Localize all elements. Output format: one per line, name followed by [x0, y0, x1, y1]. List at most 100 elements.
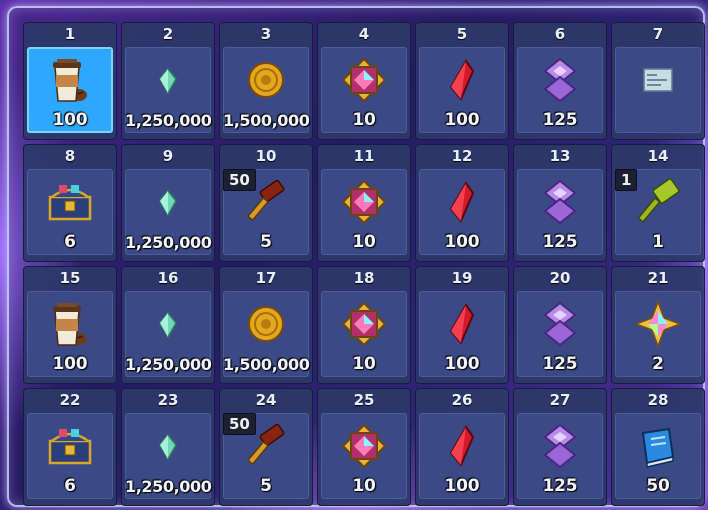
item-quantity: 10: [352, 354, 376, 374]
item-slot[interactable]: 1,250,000: [125, 291, 212, 377]
item-slot[interactable]: [615, 47, 701, 133]
item-slot[interactable]: 100: [419, 169, 505, 255]
cell-number: 26: [451, 391, 473, 409]
level-tag: 50: [223, 169, 256, 191]
red-crystal-icon: [437, 421, 487, 471]
cell-number: 3: [260, 25, 272, 43]
item-slot[interactable]: 2: [615, 291, 701, 377]
item-quantity: 50: [646, 476, 670, 496]
scroll-map-icon: [633, 55, 683, 105]
item-quantity: 1,250,000: [125, 355, 212, 374]
reward-cell-5[interactable]: 5 100: [415, 22, 509, 140]
reward-cell-1[interactable]: 1 100: [23, 22, 117, 140]
item-slot[interactable]: 6: [27, 413, 113, 499]
item-quantity: 1: [652, 232, 664, 252]
reward-cell-7[interactable]: 7: [611, 22, 705, 140]
item-slot[interactable]: 10: [321, 47, 407, 133]
reward-cell-6[interactable]: 6 125: [513, 22, 607, 140]
item-quantity: 1,250,000: [125, 233, 212, 252]
cell-number: 24: [255, 391, 277, 409]
item-quantity: 1,250,000: [125, 477, 212, 496]
item-quantity: 100: [444, 476, 480, 496]
purple-rune-icon: [535, 55, 585, 105]
reward-cell-24[interactable]: 24 5 50: [219, 388, 313, 506]
reward-cell-9[interactable]: 9 1,250,000: [121, 144, 215, 262]
reward-cell-28[interactable]: 28 50: [611, 388, 705, 506]
item-quantity: 100: [444, 232, 480, 252]
level-tag: 50: [223, 413, 256, 435]
reward-cell-15[interactable]: 15 100: [23, 266, 117, 384]
reward-cell-12[interactable]: 12 100: [415, 144, 509, 262]
reward-cell-2[interactable]: 2 1,250,000: [121, 22, 215, 140]
cell-number: 17: [255, 269, 277, 287]
rainbow-gem-frame-icon: [339, 299, 389, 349]
purple-rune-icon: [535, 421, 585, 471]
blue-book-icon: [633, 421, 683, 471]
reward-cell-23[interactable]: 23 1,250,000: [121, 388, 215, 506]
item-slot[interactable]: 1,250,000: [125, 413, 212, 499]
reward-cell-11[interactable]: 11 10: [317, 144, 411, 262]
reward-cell-18[interactable]: 18 10: [317, 266, 411, 384]
item-slot[interactable]: 1,250,000: [125, 169, 212, 255]
cell-number: 18: [353, 269, 375, 287]
item-slot[interactable]: 5 50: [223, 413, 309, 499]
purple-rune-icon: [535, 299, 585, 349]
item-slot[interactable]: 100: [419, 291, 505, 377]
reward-cell-26[interactable]: 26 100: [415, 388, 509, 506]
item-slot[interactable]: 10: [321, 291, 407, 377]
item-slot[interactable]: 125: [517, 291, 603, 377]
item-slot[interactable]: 10: [321, 169, 407, 255]
red-crystal-icon: [437, 299, 487, 349]
item-slot[interactable]: 1,250,000: [125, 47, 212, 133]
cell-number: 10: [255, 147, 277, 165]
cell-number: 6: [554, 25, 566, 43]
item-quantity: 100: [444, 354, 480, 374]
reward-cell-13[interactable]: 13 125: [513, 144, 607, 262]
item-slot[interactable]: 125: [517, 169, 603, 255]
item-quantity: 125: [542, 354, 578, 374]
item-slot[interactable]: 100: [419, 47, 505, 133]
rainbow-gem-frame-icon: [339, 421, 389, 471]
item-slot[interactable]: 11: [615, 169, 701, 255]
item-quantity: 125: [542, 476, 578, 496]
green-crystal-icon: [143, 299, 193, 349]
rainbow-gem-frame-icon: [339, 177, 389, 227]
reward-cell-25[interactable]: 25 10: [317, 388, 411, 506]
reward-cell-21[interactable]: 21 2: [611, 266, 705, 384]
item-slot[interactable]: 6: [27, 169, 113, 255]
gold-coin-icon: [241, 299, 291, 349]
item-slot[interactable]: 100: [419, 413, 505, 499]
cell-number: 27: [549, 391, 571, 409]
reward-cell-20[interactable]: 20 125: [513, 266, 607, 384]
item-slot[interactable]: 100: [27, 291, 113, 377]
item-slot[interactable]: 125: [517, 47, 603, 133]
gold-coin-icon: [241, 55, 291, 105]
item-quantity: 2: [652, 354, 664, 374]
cell-number: 4: [358, 25, 370, 43]
reward-cell-3[interactable]: 3 1,500,000: [219, 22, 313, 140]
item-slot[interactable]: 1,500,000: [223, 47, 310, 133]
reward-cell-27[interactable]: 27 125: [513, 388, 607, 506]
item-slot[interactable]: 50: [615, 413, 701, 499]
reward-cell-8[interactable]: 8 6: [23, 144, 117, 262]
item-slot[interactable]: 10: [321, 413, 407, 499]
treasure-chest-icon: [45, 177, 95, 227]
reward-cell-10[interactable]: 10 5 50: [219, 144, 313, 262]
item-slot[interactable]: 125: [517, 413, 603, 499]
reward-cell-14[interactable]: 14 11: [611, 144, 705, 262]
green-crystal-icon: [143, 421, 193, 471]
item-slot[interactable]: 1,500,000: [223, 291, 310, 377]
item-slot[interactable]: 5 50: [223, 169, 309, 255]
purple-rune-icon: [535, 177, 585, 227]
reward-cell-16[interactable]: 16 1,250,000: [121, 266, 215, 384]
item-quantity: 1,250,000: [125, 111, 212, 130]
reward-cell-22[interactable]: 22 6: [23, 388, 117, 506]
reward-panel: 1 100 2 1,250,000 3 1,500,000 4 10 5 100 6 12…: [7, 6, 705, 507]
cell-number: 11: [353, 147, 375, 165]
reward-cell-19[interactable]: 19 100: [415, 266, 509, 384]
item-slot[interactable]: 100: [27, 47, 113, 133]
item-quantity: 125: [542, 232, 578, 252]
cell-number: 14: [647, 147, 669, 165]
reward-cell-4[interactable]: 4 10: [317, 22, 411, 140]
reward-cell-17[interactable]: 17 1,500,000: [219, 266, 313, 384]
